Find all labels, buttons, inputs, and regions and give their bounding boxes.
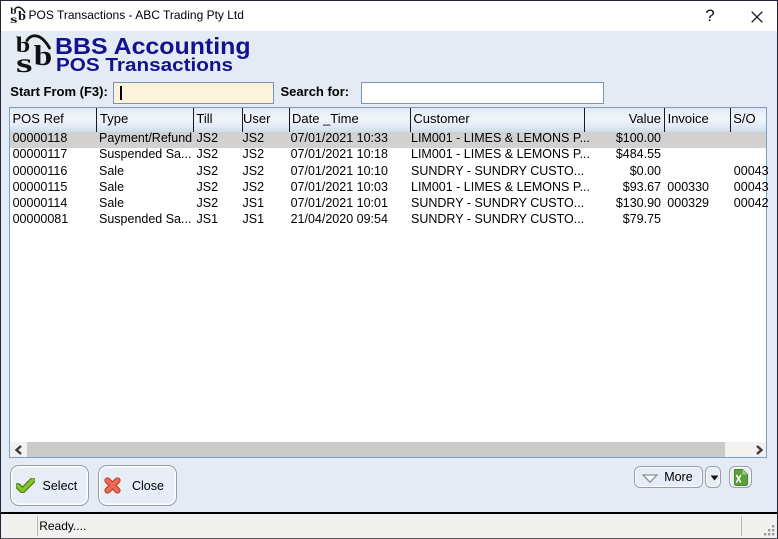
svg-text:s: s [16,48,33,77]
svg-text:b: b [18,9,26,23]
svg-text:s: s [10,13,18,25]
svg-text:b: b [34,41,53,72]
